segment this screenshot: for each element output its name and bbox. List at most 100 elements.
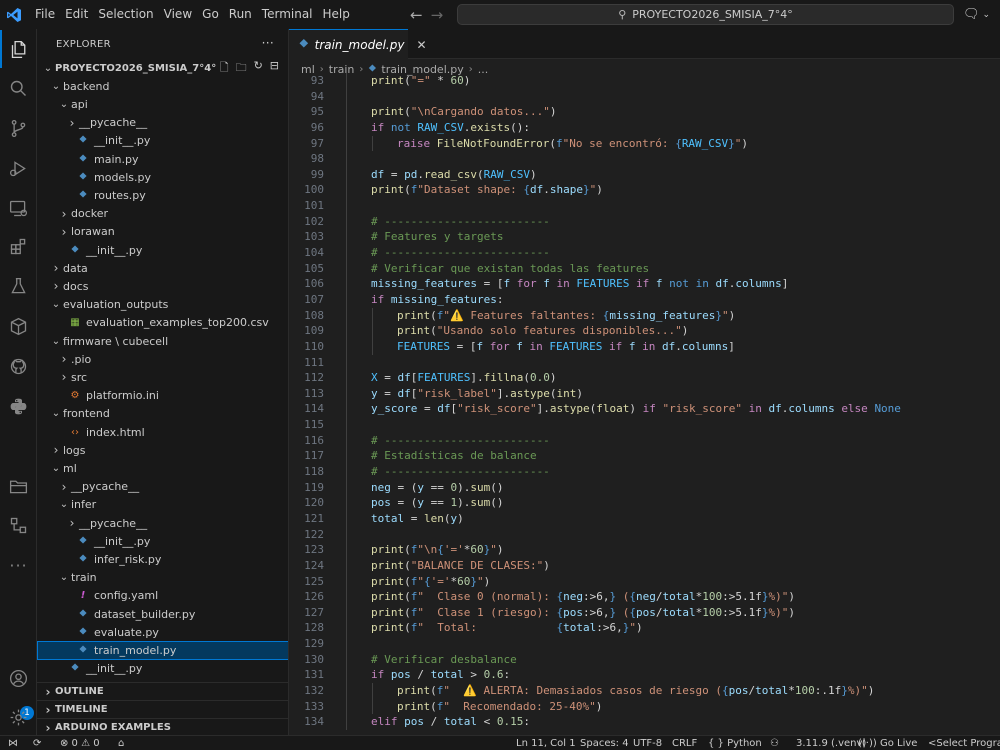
menu-edit[interactable]: Edit <box>60 0 93 29</box>
tree-item[interactable]: › data <box>37 259 288 277</box>
explorer-title: EXPLORER ··· <box>37 29 288 59</box>
account-icon[interactable] <box>0 659 37 697</box>
tree-item[interactable]: ‹› index.html <box>37 423 288 441</box>
command-center-search[interactable]: ⚲ PROYECTO2026_SMISIA_7°4° <box>457 4 954 25</box>
code-editor[interactable]: 93 print("=" * 60) 94 95 print("\nCargando d… <box>289 73 1000 730</box>
tree-item[interactable]: › docs <box>37 277 288 295</box>
tree-item[interactable]: › .pio <box>37 350 288 368</box>
tree-item[interactable]: ⌄ infer <box>37 496 288 514</box>
source-control-icon[interactable] <box>0 109 37 147</box>
workspace-root[interactable]: ⌄ PROYECTO2026_SMISIA_7°4° 🗋 🗀 ↻ ⊟ <box>37 59 288 78</box>
tree-item[interactable]: ⯁ train_model.py <box>37 641 288 660</box>
tree-item[interactable]: ⯁ models.py <box>37 168 288 186</box>
code-token: "No se encontró: <box>562 136 676 150</box>
python-file-icon: ⯁ <box>299 37 309 51</box>
python-interpreter[interactable]: 3.11.9 (.venv) <box>796 736 866 750</box>
copilot-icon[interactable]: ⚇ <box>770 736 779 750</box>
tree-item[interactable]: ⌄ firmware \ cubecell <box>37 332 288 350</box>
tree-item[interactable]: ! config.yaml <box>37 587 288 605</box>
forward-arrow-icon[interactable]: → <box>431 6 444 24</box>
search-icon[interactable] <box>0 69 37 107</box>
tree-item[interactable]: › __pycache__ <box>37 478 288 496</box>
select-program-button[interactable]: <Select Program <box>928 736 1000 750</box>
back-arrow-icon[interactable]: ← <box>410 6 423 24</box>
more-actions-icon[interactable]: ··· <box>262 36 274 50</box>
tree-item[interactable]: ⯁ __init__.py <box>37 241 288 259</box>
tree-item[interactable]: › lorawan <box>37 223 288 241</box>
code-token: '=' <box>430 574 451 588</box>
new-file-icon[interactable]: 🗋 <box>220 59 229 78</box>
tree-item[interactable]: ⯁ __init__.py <box>37 532 288 550</box>
folders-icon[interactable] <box>0 467 37 505</box>
menu-selection[interactable]: Selection <box>93 0 158 29</box>
tree-item[interactable]: ⌄ frontend <box>37 405 288 423</box>
tree-item[interactable]: › docker <box>37 205 288 223</box>
tab-train-model[interactable]: ⯁ train_model.py ✕ <box>289 29 427 59</box>
menu-terminal[interactable]: Terminal <box>257 0 318 29</box>
packages-box-icon[interactable] <box>0 307 37 345</box>
tree-item[interactable]: ⚙ platformio.ini <box>37 387 288 405</box>
remote-explorer-icon[interactable] <box>0 189 37 227</box>
more-dots-icon[interactable]: ··· <box>0 546 37 584</box>
code-token: elif <box>371 715 398 729</box>
tree-item[interactable]: ⌄ train <box>37 569 288 587</box>
indent-guide <box>346 604 347 621</box>
code-token: * <box>788 683 795 697</box>
code-text: print(f" Recomendado: 25-40%") <box>397 699 602 715</box>
hierarchy-icon[interactable] <box>0 506 37 544</box>
tree-item[interactable]: ⌄ backend <box>37 77 288 95</box>
code-line: 110 FEATURES = [f for f in FEATURES if f … <box>289 338 1000 355</box>
tree-item[interactable]: ⯁ main.py <box>37 150 288 168</box>
tree-item[interactable]: ⯁ __init__.py <box>37 132 288 150</box>
language-mode[interactable]: { } Python <box>708 736 762 750</box>
menu-go[interactable]: Go <box>197 0 224 29</box>
copilot-chat-button[interactable]: 🗨 ⌄ <box>963 4 1000 25</box>
go-live-button[interactable]: ((·)) Go Live <box>858 736 917 750</box>
cursor-position[interactable]: Ln 11, Col 1 <box>516 736 576 750</box>
tree-item[interactable]: ▦ evaluation_examples_top200.csv <box>37 314 288 332</box>
menu-file[interactable]: File <box>30 0 60 29</box>
tree-item[interactable]: › __pycache__ <box>37 114 288 132</box>
home-icon[interactable]: ⌂ <box>118 736 124 750</box>
tree-item[interactable]: ⯁ routes.py <box>37 186 288 204</box>
remote-indicator-icon[interactable]: ⋈ <box>8 736 18 750</box>
extensions-icon[interactable] <box>0 227 37 265</box>
tree-item[interactable]: ⯁ __init__.py <box>37 660 288 678</box>
tree-item-label: api <box>71 97 88 111</box>
menu-run[interactable]: Run <box>224 0 257 29</box>
line-endings[interactable]: CRLF <box>672 736 697 750</box>
collapse-all-icon[interactable]: ⊟ <box>270 59 279 78</box>
indentation[interactable]: Spaces: 4 <box>580 736 629 750</box>
close-icon[interactable]: ✕ <box>416 38 426 52</box>
vscode-logo-icon <box>0 0 28 29</box>
tree-item[interactable]: ⌄ api <box>37 95 288 113</box>
explorer-files-icon[interactable] <box>0 30 37 68</box>
github-icon[interactable] <box>0 347 37 385</box>
problems-indicator[interactable]: ⊗ 0 ⚠ 0 <box>60 736 100 750</box>
section-timeline[interactable]: › TIMELINE <box>37 700 288 718</box>
menu-help[interactable]: Help <box>318 0 355 29</box>
tree-item[interactable]: › src <box>37 368 288 386</box>
code-token: ( <box>476 167 484 181</box>
python-icon[interactable] <box>0 387 37 425</box>
refresh-icon[interactable]: ↻ <box>254 59 263 78</box>
section-outline[interactable]: › OUTLINE <box>37 682 288 700</box>
new-folder-icon[interactable]: 🗀 <box>236 59 247 78</box>
run-and-debug-icon[interactable] <box>0 149 37 187</box>
menu-view[interactable]: View <box>159 0 197 29</box>
tree-item[interactable]: ⌄ ml <box>37 459 288 477</box>
python-file-icon: ⯁ <box>79 608 87 620</box>
tree-item[interactable]: › logs <box>37 441 288 459</box>
tree-item[interactable]: ⯁ evaluate.py <box>37 623 288 641</box>
settings-gear-icon[interactable] <box>0 698 37 736</box>
testing-flask-icon[interactable] <box>0 267 37 305</box>
tree-item[interactable]: ⌄ evaluation_outputs <box>37 296 288 314</box>
sync-icon[interactable]: ⟳ <box>33 736 41 750</box>
tree-item[interactable]: ⯁ dataset_builder.py <box>37 605 288 623</box>
encoding[interactable]: UTF-8 <box>633 736 662 750</box>
tree-item[interactable]: ⯁ infer_risk.py <box>37 550 288 568</box>
code-line: 132 print(f" ⚠️ ALERTA: Demasiados casos … <box>289 682 1000 699</box>
section-arduino-examples[interactable]: › ARDUINO EXAMPLES <box>37 718 288 735</box>
tree-item[interactable]: › __pycache__ <box>37 514 288 532</box>
